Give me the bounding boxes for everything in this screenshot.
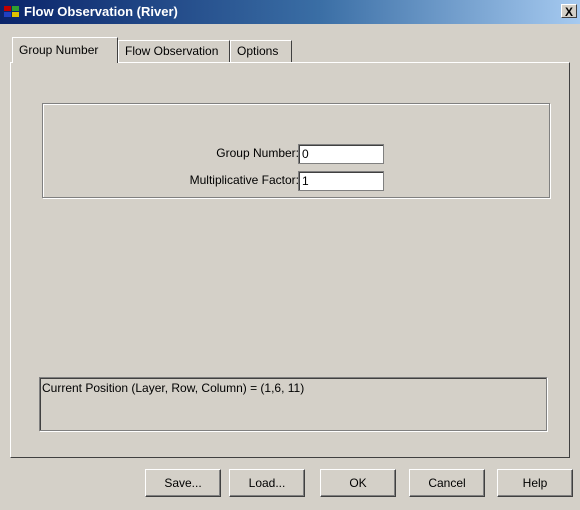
group-number-label: Group Number: bbox=[216, 146, 299, 160]
close-button[interactable]: X bbox=[561, 4, 577, 19]
tab-flow-observation[interactable]: Flow Observation bbox=[118, 40, 230, 62]
save-button[interactable]: Save... bbox=[145, 469, 221, 497]
window-title: Flow Observation (River) bbox=[24, 4, 178, 19]
load-button[interactable]: Load... bbox=[229, 469, 305, 497]
current-position-status: Current Position (Layer, Row, Column) = … bbox=[39, 377, 547, 431]
tab-options[interactable]: Options bbox=[230, 40, 292, 62]
ok-button[interactable]: OK bbox=[320, 469, 396, 497]
help-button[interactable]: Help bbox=[497, 469, 573, 497]
multiplicative-factor-label: Multiplicative Factor: bbox=[189, 173, 299, 187]
title-bar[interactable]: Flow Observation (River) X bbox=[0, 0, 580, 24]
tab-panel-group-number: Group Number: 0 Multiplicative Factor: 1… bbox=[10, 62, 570, 458]
group-number-input[interactable]: 0 bbox=[298, 144, 384, 164]
multiplicative-factor-input[interactable]: 1 bbox=[298, 171, 384, 191]
app-icon bbox=[4, 6, 20, 18]
group-number-groupbox: Group Number: 0 Multiplicative Factor: 1 bbox=[42, 103, 550, 198]
cancel-button[interactable]: Cancel bbox=[409, 469, 485, 497]
tab-group-number[interactable]: Group Number bbox=[12, 37, 118, 63]
